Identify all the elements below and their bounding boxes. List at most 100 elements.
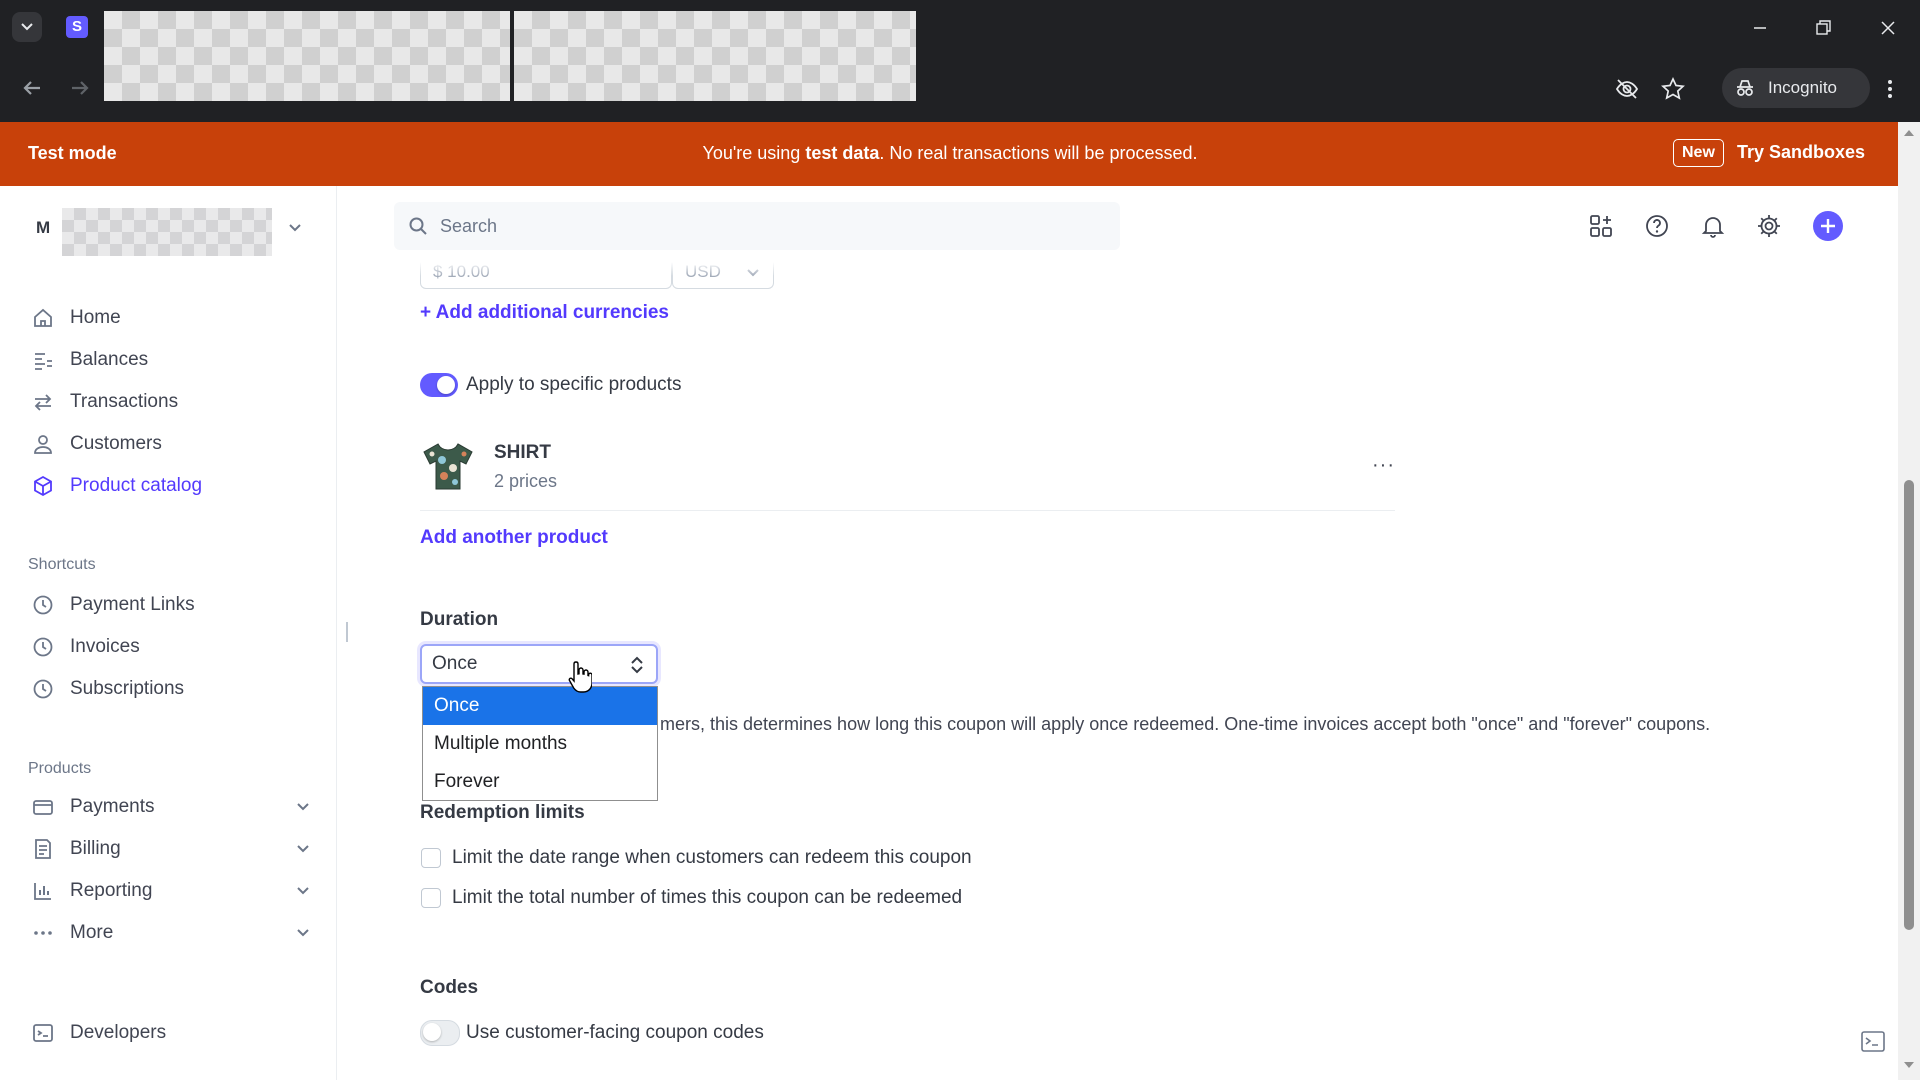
sidebar-item-label: Billing bbox=[70, 838, 121, 859]
sidebar-item-label: More bbox=[70, 922, 114, 943]
stripe-favicon: S bbox=[66, 16, 88, 38]
create-new-button[interactable] bbox=[1813, 211, 1843, 241]
product-catalog-icon bbox=[34, 475, 52, 497]
product-menu-button[interactable]: ··· bbox=[1372, 454, 1395, 477]
sidebar-item-payments[interactable]: Payments bbox=[32, 790, 312, 824]
shell-button[interactable] bbox=[1860, 1030, 1886, 1054]
use-codes-toggle[interactable] bbox=[420, 1020, 460, 1046]
minimize-icon bbox=[1754, 27, 1766, 29]
clock-icon bbox=[33, 595, 53, 615]
add-currencies-link[interactable]: + Add additional currencies bbox=[420, 302, 669, 324]
terminal-icon bbox=[33, 1024, 53, 1042]
duration-help-text: mers, this determines how long this coup… bbox=[660, 714, 1711, 734]
sidebar-item-subscriptions[interactable]: Subscriptions bbox=[32, 672, 312, 706]
sidebar-item-label: Payment Links bbox=[70, 594, 195, 615]
browser-tab-redacted[interactable] bbox=[104, 11, 510, 101]
home-icon bbox=[34, 308, 52, 327]
duration-option-forever[interactable]: Forever bbox=[423, 763, 657, 801]
sidebar-item-balances[interactable]: Balances bbox=[32, 343, 312, 377]
browser-menu-button[interactable] bbox=[1880, 76, 1900, 102]
plus-icon bbox=[1821, 219, 1835, 233]
sidebar-item-label: Reporting bbox=[70, 880, 153, 901]
sidebar-item-customers[interactable]: Customers bbox=[32, 427, 312, 461]
apply-products-toggle[interactable] bbox=[420, 373, 458, 397]
incognito-label: Incognito bbox=[1768, 78, 1837, 97]
chevron-down-icon bbox=[297, 845, 309, 853]
sidebar-item-label: Product catalog bbox=[70, 475, 203, 496]
payments-icon bbox=[33, 800, 53, 815]
sidebar-item-developers[interactable]: Developers bbox=[32, 1016, 312, 1050]
chevron-down-icon bbox=[297, 803, 309, 811]
search-placeholder: Search bbox=[440, 215, 498, 236]
minimize-button[interactable] bbox=[1745, 14, 1775, 42]
search-bar[interactable]: Search bbox=[394, 202, 1120, 250]
sidebar-item-label: Home bbox=[70, 307, 121, 328]
chevron-down-icon bbox=[21, 23, 33, 31]
sidebar-resize-handle[interactable] bbox=[346, 622, 348, 642]
sidebar-item-payment-links[interactable]: Payment Links bbox=[32, 588, 312, 622]
product-row: SHIRT 2 prices ··· bbox=[420, 434, 1395, 511]
gear-icon bbox=[1758, 215, 1780, 237]
help-icon bbox=[1646, 215, 1668, 237]
sidebar-item-transactions[interactable]: Transactions bbox=[32, 385, 312, 419]
clock-icon bbox=[33, 637, 53, 657]
scroll-fade bbox=[394, 262, 1844, 276]
bell-icon bbox=[1701, 217, 1725, 238]
sidebar-item-billing[interactable]: Billing bbox=[32, 832, 312, 866]
limit-date-checkbox[interactable] bbox=[421, 848, 441, 868]
chevron-down-icon[interactable] bbox=[286, 218, 304, 236]
close-window-button[interactable] bbox=[1873, 14, 1903, 42]
duration-option-once[interactable]: Once bbox=[423, 687, 657, 725]
chevron-down-icon bbox=[297, 929, 309, 937]
search-icon bbox=[409, 217, 427, 235]
apply-products-label: Apply to specific products bbox=[466, 374, 682, 395]
shirt-thumbnail bbox=[423, 443, 473, 490]
incognito-indicator[interactable]: Incognito bbox=[1722, 68, 1870, 108]
apps-button[interactable] bbox=[1588, 213, 1614, 239]
codes-heading: Codes bbox=[420, 977, 479, 998]
tab-search-button[interactable] bbox=[12, 12, 42, 42]
duration-select[interactable]: Once bbox=[420, 644, 658, 684]
back-button[interactable] bbox=[18, 74, 46, 102]
arrow-right-icon bbox=[72, 81, 89, 95]
help-button[interactable] bbox=[1644, 213, 1670, 239]
restore-icon bbox=[1816, 20, 1831, 35]
redemption-limits-heading: Redemption limits bbox=[420, 802, 585, 823]
bookmark-star-button[interactable] bbox=[1660, 76, 1686, 102]
scroll-up-arrow-icon[interactable] bbox=[1904, 128, 1914, 138]
sidebar-item-invoices[interactable]: Invoices bbox=[32, 630, 312, 664]
limit-total-checkbox[interactable] bbox=[421, 888, 441, 908]
sidebar-item-label: Balances bbox=[70, 349, 149, 370]
account-switcher[interactable] bbox=[62, 208, 272, 256]
product-name: SHIRT bbox=[494, 442, 551, 463]
duration-value: Once bbox=[432, 653, 478, 674]
eye-off-button[interactable] bbox=[1614, 76, 1640, 102]
settings-button[interactable] bbox=[1756, 213, 1782, 239]
restore-button[interactable] bbox=[1808, 14, 1838, 42]
reporting-icon bbox=[34, 883, 51, 900]
browser-tab-redacted-2[interactable] bbox=[514, 11, 916, 101]
clock-icon bbox=[33, 679, 53, 699]
test-mode-banner: Test mode You're using test data. No rea… bbox=[0, 122, 1920, 186]
duration-option-multiple-months[interactable]: Multiple months bbox=[423, 725, 657, 763]
sidebar-item-home[interactable]: Home bbox=[32, 301, 312, 335]
sidebar-item-product-catalog[interactable]: Product catalog bbox=[32, 469, 312, 503]
notice-suffix: . No real transactions will be processed… bbox=[879, 143, 1198, 163]
scrollbar-thumb[interactable] bbox=[1904, 480, 1914, 930]
scroll-down-arrow-icon[interactable] bbox=[1904, 1060, 1914, 1070]
new-badge: New bbox=[1673, 139, 1724, 167]
sidebar-item-more[interactable]: More bbox=[32, 916, 312, 950]
notice-bold: test data bbox=[805, 143, 880, 163]
product-prices: 2 prices bbox=[494, 471, 558, 491]
balances-icon bbox=[35, 353, 52, 370]
notifications-button[interactable] bbox=[1700, 213, 1726, 239]
sidebar-item-reporting[interactable]: Reporting bbox=[32, 874, 312, 908]
apps-grid-icon bbox=[1590, 215, 1612, 237]
try-sandboxes-link[interactable]: Try Sandboxes bbox=[1737, 142, 1865, 163]
shortcuts-heading: Shortcuts bbox=[28, 556, 96, 573]
add-another-product-link[interactable]: Add another product bbox=[420, 527, 608, 549]
chevron-down-icon bbox=[297, 887, 309, 895]
sidebar-item-label: Invoices bbox=[70, 636, 140, 657]
star-icon bbox=[1661, 76, 1685, 100]
forward-button[interactable] bbox=[66, 74, 94, 102]
